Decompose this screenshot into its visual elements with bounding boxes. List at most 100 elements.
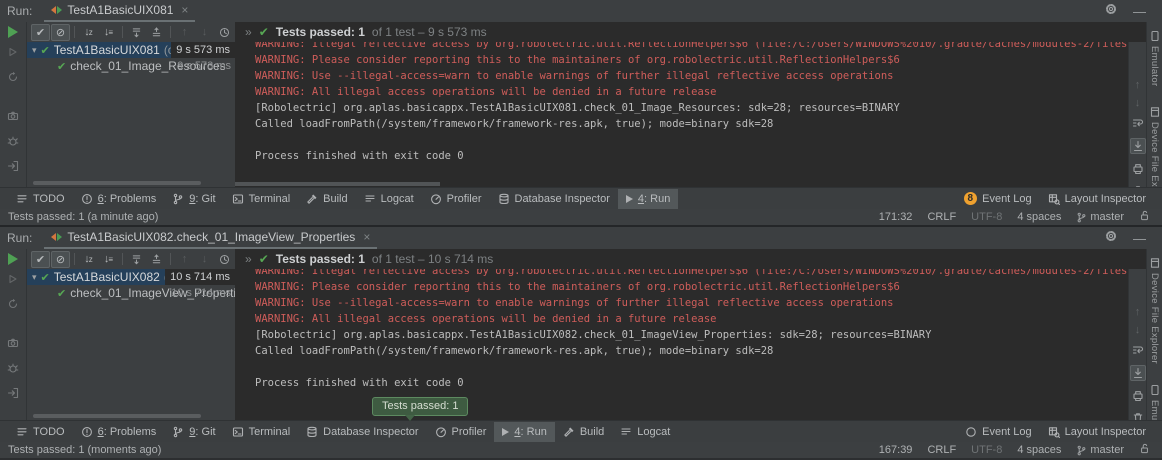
- run-tab[interactable]: TestA1BasicUIX082.check_01_ImageView_Pro…: [44, 227, 377, 249]
- refresh-icon[interactable]: [7, 297, 19, 315]
- tree-horizontal-scrollbar[interactable]: [33, 181, 201, 185]
- tool-window-button-terminal[interactable]: Terminal: [224, 422, 299, 442]
- lock-icon[interactable]: [1139, 443, 1150, 457]
- run-console[interactable]: WARNING: Illegal reflective access by or…: [235, 269, 1128, 420]
- previous-occurrence-icon[interactable]: ↑: [175, 24, 194, 41]
- sort-alphabetically-icon[interactable]: ↓z: [79, 24, 98, 41]
- tool-window-button-problems[interactable]: 6: Problems: [73, 189, 165, 209]
- tool-window-button-profiler[interactable]: Profiler: [427, 422, 495, 442]
- hide-tool-window-icon[interactable]: —: [1133, 231, 1146, 246]
- line-separator-widget[interactable]: CRLF: [927, 211, 956, 223]
- chevron-down-icon[interactable]: ▾: [32, 45, 37, 56]
- event-log-button[interactable]: 8 Event Log: [956, 189, 1040, 209]
- collapse-all-icon[interactable]: [147, 24, 166, 41]
- toolbar-overflow-icon[interactable]: »: [245, 25, 252, 39]
- chevron-down-icon[interactable]: ▾: [32, 272, 37, 283]
- test-suite-row[interactable]: ▾ ✔ TestA1BasicUIX082 (org.aplas.basica …: [27, 269, 235, 285]
- refresh-icon[interactable]: [7, 70, 19, 88]
- indent-widget[interactable]: 4 spaces: [1017, 444, 1061, 456]
- print-icon[interactable]: [1131, 162, 1145, 176]
- sort-by-duration-icon[interactable]: ↓≡: [99, 24, 118, 41]
- test-case-row[interactable]: ✔ check_01_ImageView_Properties 10 s 714…: [27, 285, 235, 301]
- next-message-icon[interactable]: ↓: [1135, 325, 1141, 335]
- sort-alphabetically-icon[interactable]: ↓z: [79, 251, 98, 268]
- test-suite-row[interactable]: ▾ ✔ TestA1BasicUIX081 (org.aplas.basica …: [27, 42, 235, 58]
- tool-window-button-todo[interactable]: TODO: [8, 189, 73, 209]
- tool-window-button-terminal[interactable]: Terminal: [224, 189, 299, 209]
- expand-all-icon[interactable]: [127, 251, 146, 268]
- show-ignored-toggle[interactable]: ⊘: [51, 251, 70, 268]
- git-branch-widget[interactable]: master: [1076, 211, 1124, 223]
- layout-inspector-button[interactable]: Layout Inspector: [1040, 189, 1154, 209]
- sort-by-duration-icon[interactable]: ↓≡: [99, 251, 118, 268]
- next-occurrence-icon[interactable]: ↓: [195, 24, 214, 41]
- test-case-row[interactable]: ✔ check_01_Image_Resources 9 s 573 ms: [27, 58, 235, 74]
- print-icon[interactable]: [1131, 389, 1145, 403]
- tool-window-button-database-inspector[interactable]: Database Inspector: [298, 422, 426, 442]
- console-horizontal-scrollbar[interactable]: [235, 182, 440, 186]
- run-console[interactable]: WARNING: Illegal reflective access by or…: [235, 42, 1128, 187]
- caret-position-widget[interactable]: 167:39: [879, 444, 913, 456]
- tool-window-button-device-file-explorer[interactable]: Device File Explorer: [1149, 257, 1161, 364]
- scroll-to-end-icon[interactable]: [1130, 365, 1146, 381]
- settings-gear-icon[interactable]: [1105, 229, 1117, 247]
- tool-window-button-profiler[interactable]: Profiler: [422, 189, 490, 209]
- run-tab[interactable]: TestA1BasicUIX081 ×: [44, 0, 195, 22]
- test-history-clock-icon[interactable]: [215, 251, 234, 268]
- expand-all-icon[interactable]: [127, 24, 146, 41]
- tool-window-button-problems[interactable]: 6: Problems: [73, 422, 165, 442]
- screenshot-camera-icon[interactable]: [7, 336, 19, 354]
- encoding-widget[interactable]: UTF-8: [971, 444, 1002, 456]
- tool-window-button-logcat[interactable]: Logcat: [612, 422, 678, 442]
- test-history-clock-icon[interactable]: [215, 24, 234, 41]
- caret-position-widget[interactable]: 171:32: [879, 211, 913, 223]
- attach-debugger-icon[interactable]: [7, 134, 19, 152]
- lock-icon[interactable]: [1139, 210, 1150, 224]
- layout-inspector-button[interactable]: Layout Inspector: [1040, 422, 1154, 442]
- show-ignored-toggle[interactable]: ⊘: [51, 24, 70, 41]
- encoding-widget[interactable]: UTF-8: [971, 211, 1002, 223]
- settings-gear-icon[interactable]: [1105, 2, 1117, 20]
- tool-window-button-build[interactable]: Build: [555, 422, 612, 442]
- collapse-all-icon[interactable]: [147, 251, 166, 268]
- tree-horizontal-scrollbar[interactable]: [33, 414, 201, 418]
- prev-message-icon[interactable]: ↑: [1135, 307, 1141, 317]
- indent-widget[interactable]: 4 spaces: [1017, 211, 1061, 223]
- tool-window-button-todo[interactable]: TODO: [8, 422, 73, 442]
- previous-occurrence-icon[interactable]: ↑: [175, 251, 194, 268]
- tool-window-button-run[interactable]: 4: Run: [494, 422, 554, 442]
- import-test-results-icon[interactable]: [7, 159, 19, 177]
- event-log-button[interactable]: Event Log: [957, 422, 1040, 442]
- import-test-results-icon[interactable]: [7, 386, 19, 404]
- tool-window-button-git[interactable]: 9: Git: [164, 422, 223, 442]
- tool-window-button-emulator[interactable]: Emulator: [1149, 30, 1161, 86]
- git-branch-widget[interactable]: master: [1076, 444, 1124, 456]
- close-icon[interactable]: ×: [363, 230, 370, 244]
- tool-window-button-build[interactable]: Build: [298, 189, 355, 209]
- show-passed-toggle[interactable]: ✔: [31, 251, 50, 268]
- rerun-tests-icon[interactable]: [8, 26, 18, 38]
- rerun-tests-icon[interactable]: [8, 253, 18, 265]
- rerun-failed-tests-icon[interactable]: [7, 45, 19, 63]
- soft-wrap-icon[interactable]: [1131, 116, 1145, 130]
- console-line: Called loadFromPath(/system/framework/fr…: [255, 116, 1128, 132]
- rerun-failed-tests-icon[interactable]: [7, 272, 19, 290]
- next-message-icon[interactable]: ↓: [1135, 98, 1141, 108]
- scroll-to-end-icon[interactable]: [1130, 138, 1146, 154]
- tool-window-button-run[interactable]: 4: Run: [618, 189, 678, 209]
- next-occurrence-icon[interactable]: ↓: [195, 251, 214, 268]
- screenshot-camera-icon[interactable]: [7, 109, 19, 127]
- line-separator-widget[interactable]: CRLF: [927, 444, 956, 456]
- hide-tool-window-icon[interactable]: —: [1133, 4, 1146, 19]
- toolbar-overflow-icon[interactable]: »: [245, 252, 252, 266]
- soft-wrap-icon[interactable]: [1131, 343, 1145, 357]
- tool-window-button-git[interactable]: 9: Git: [164, 189, 223, 209]
- show-passed-toggle[interactable]: ✔: [31, 24, 50, 41]
- tests-passed-check-icon: ✔: [259, 252, 269, 266]
- prev-message-icon[interactable]: ↑: [1135, 80, 1141, 90]
- tool-window-button-logcat[interactable]: Logcat: [356, 189, 422, 209]
- close-icon[interactable]: ×: [181, 3, 188, 17]
- test-config-icon: [51, 233, 62, 241]
- attach-debugger-icon[interactable]: [7, 361, 19, 379]
- tool-window-button-database-inspector[interactable]: Database Inspector: [490, 189, 618, 209]
